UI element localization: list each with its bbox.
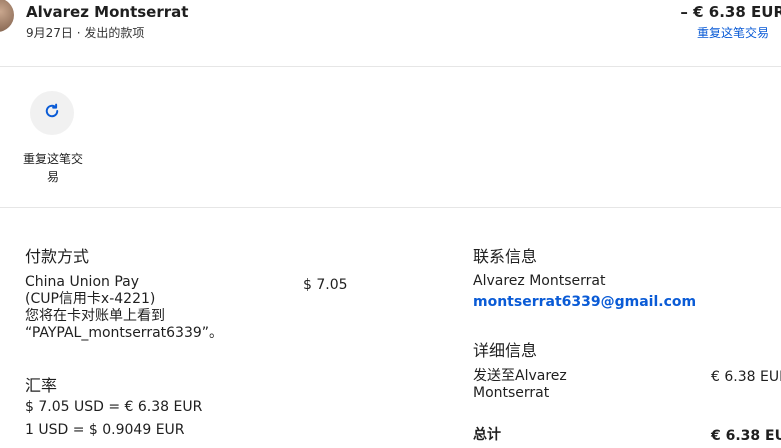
transaction-subtitle: 9月27日 · 发出的款项 <box>26 26 145 40</box>
sent-to-line: 发送至Alvarez <box>473 368 567 384</box>
total-amount: € 6.38 EUR <box>711 428 781 444</box>
details-heading: 详细信息 <box>473 341 538 360</box>
payment-method-line: (CUP信用卡x-4221) <box>25 291 156 307</box>
payment-method-line: China Union Pay <box>25 274 140 290</box>
avatar <box>0 0 14 32</box>
contact-info-heading: 联系信息 <box>473 247 538 266</box>
counterparty-name: Alvarez Montserrat <box>26 3 189 21</box>
payment-method-line: 您将在卡对账单上看到 <box>25 308 165 324</box>
exchange-rate-line: $ 7.05 USD = € 6.38 EUR <box>25 399 203 415</box>
total-label: 总计 <box>473 427 501 443</box>
repeat-transaction-link[interactable]: 重复这笔交易 <box>697 24 769 41</box>
repeat-transaction-button[interactable] <box>30 91 74 135</box>
payment-method-line: “PAYPAL_montserrat6339”。 <box>25 325 224 341</box>
exchange-rate-heading: 汇率 <box>25 376 58 395</box>
payment-method-heading: 付款方式 <box>25 247 90 266</box>
repeat-transaction-label: 重复这笔交易 <box>22 152 83 184</box>
transaction-amount: – € 6.38 EUR <box>680 3 781 21</box>
refresh-icon <box>43 102 61 124</box>
contact-name: Alvarez Montserrat <box>473 273 606 289</box>
sent-amount: € 6.38 EUR <box>711 369 781 385</box>
divider <box>0 207 781 208</box>
contact-email-link[interactable]: montserrat6339@gmail.com <box>473 294 696 310</box>
exchange-rate-line: 1 USD = $ 0.9049 EUR <box>25 422 185 438</box>
sent-to-line: Montserrat <box>473 385 550 401</box>
payment-amount: $ 7.05 <box>303 277 348 293</box>
divider <box>0 66 781 67</box>
